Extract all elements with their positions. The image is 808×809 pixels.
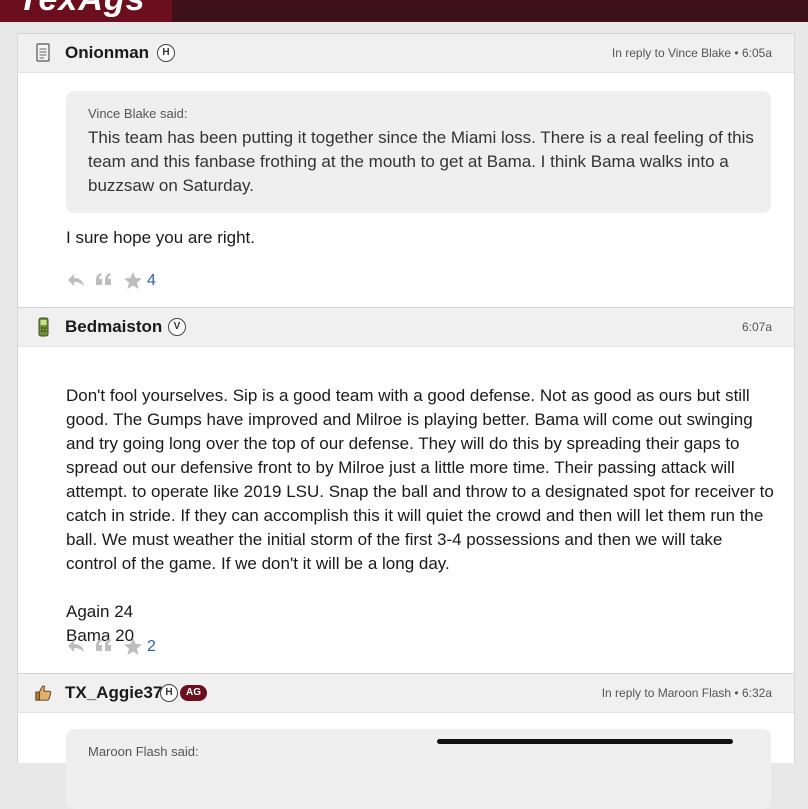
username[interactable]: Bedmaiston [65,317,162,337]
post-meta[interactable]: In reply to Vince Blake • 6:05a [612,46,772,60]
user-badge: H [157,44,175,62]
thread-container: Onionman H In reply to Vince Blake • 6:0… [17,33,795,809]
quote-block: Vince Blake said: This team has been put… [66,91,771,213]
star-icon[interactable] [123,637,143,656]
user-badge: H [160,684,178,702]
site-logo[interactable]: TexAgs [0,0,172,22]
quote-icon[interactable] [94,637,114,655]
post-meta[interactable]: 6:07a [742,320,772,334]
username[interactable]: TX_Aggie37 [65,683,162,703]
user-badge: V [168,318,186,336]
ag-badge: AG [180,685,207,701]
home-indicator[interactable] [437,739,733,744]
logo-text: TexAgs [18,0,146,19]
reply-icon[interactable] [66,637,86,655]
post-body-line: Again 24 [66,602,134,621]
star-icon[interactable] [123,271,143,290]
quote-author[interactable]: Vince Blake said: [88,106,188,121]
post-header: TX_Aggie37 H AG In reply to Maroon Flash… [18,673,794,713]
post-body-line: Bama 20 [66,626,135,645]
username[interactable]: Onionman [65,43,149,63]
post-body: I sure hope you are right. [66,228,256,247]
post-body: Don't fool yourselves. Sip is a good tea… [66,386,774,573]
post-header: Onionman H In reply to Vince Blake • 6:0… [18,33,794,73]
reply-icon[interactable] [66,271,86,289]
star-count[interactable]: 2 [147,638,156,656]
quote-text: This team has been putting it together s… [88,128,754,195]
post-meta[interactable]: In reply to Maroon Flash • 6:32a [602,686,772,700]
cellphone-icon [38,317,49,337]
notepad-icon [36,43,50,62]
thumbs-up-icon [35,685,52,701]
quote-author[interactable]: Maroon Flash said: [88,744,199,759]
star-count[interactable]: 4 [147,272,156,290]
top-navigation-bar: TexAgs [0,0,808,22]
quote-icon[interactable] [94,271,114,289]
post-header: Bedmaiston V 6:07a [18,307,794,347]
